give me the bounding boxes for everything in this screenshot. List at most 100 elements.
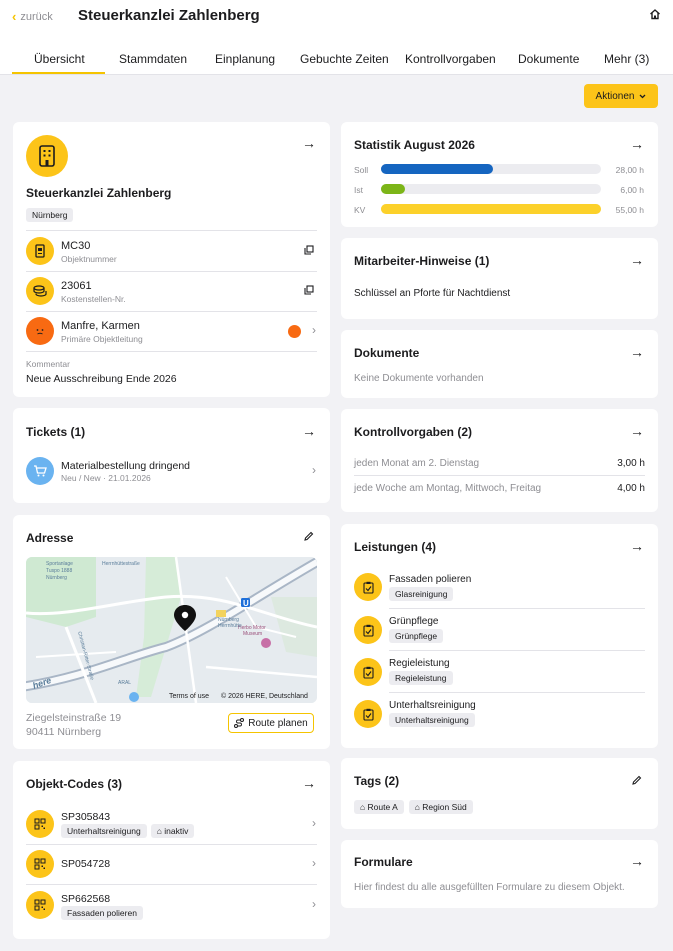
tab-uebersicht[interactable]: Übersicht <box>34 52 85 66</box>
stat-bar-kv <box>381 204 601 214</box>
hints-title: Mitarbeiter-Hinweise (1) <box>354 254 490 268</box>
actions-button[interactable]: Aktionen <box>584 84 658 108</box>
tag-icon: ⌂ <box>360 802 366 812</box>
documents-empty: Keine Dokumente vorhanden <box>354 373 484 384</box>
svg-text:Herrnhütte: Herrnhütte <box>218 623 242 629</box>
manager-name: Manfre, Karmen <box>61 320 140 332</box>
divider <box>26 884 317 885</box>
divider <box>26 351 317 352</box>
address-title: Adresse <box>26 531 74 545</box>
tab-mehr[interactable]: Mehr (3) <box>604 52 649 66</box>
stat-value-kv: 55,00 h <box>615 205 644 215</box>
arrow-right-icon[interactable]: → <box>630 538 644 554</box>
clipboard-icon <box>354 700 382 728</box>
arrow-right-icon[interactable]: → <box>302 775 316 791</box>
control-label: jede Woche am Montag, Mittwoch, Freitag <box>354 483 542 494</box>
svg-text:Herrnhüttestraße: Herrnhüttestraße <box>102 561 140 567</box>
manager-label: Primäre Objektleitung <box>61 334 143 344</box>
copy-icon[interactable] <box>304 245 314 255</box>
tag-chip[interactable]: ⌂ Route A <box>354 800 404 814</box>
tags-title: Tags (2) <box>354 774 400 788</box>
home-icon[interactable] <box>649 8 661 20</box>
tab-stammdaten[interactable]: Stammdaten <box>119 52 187 66</box>
stat-bar-soll <box>381 164 601 174</box>
pencil-icon[interactable] <box>304 531 314 541</box>
service-chip: Unterhaltsreinigung <box>389 713 475 727</box>
copy-icon[interactable] <box>304 285 314 295</box>
qr-code-icon <box>26 810 54 838</box>
service-name: Regieleistung <box>389 658 450 669</box>
street: Ziegelsteinstraße 19 <box>26 712 122 724</box>
tab-dokumente[interactable]: Dokumente <box>518 52 579 66</box>
chevron-left-icon: ‹ <box>12 9 17 24</box>
codes-card: Objekt-Codes (3) → SP305843 Unterhaltsre… <box>13 761 330 939</box>
id-card-icon <box>26 237 54 265</box>
object-number-label: Objektnummer <box>61 254 117 264</box>
stat-label-ist: Ist <box>354 185 363 195</box>
chevron-right-icon: › <box>312 856 316 870</box>
route-label: Route planen <box>248 717 308 729</box>
forms-title: Formulare <box>354 855 413 869</box>
map-label: Nürnberg <box>46 575 67 581</box>
cost-center-label: Kostenstellen-Nr. <box>61 294 126 304</box>
stat-value-soll: 28,00 h <box>615 165 644 175</box>
svg-text:ARAL: ARAL <box>118 680 131 686</box>
code-value: SP305843 <box>61 811 111 823</box>
tab-einplanung[interactable]: Einplanung <box>215 52 275 66</box>
arrow-right-icon[interactable]: → <box>630 344 644 360</box>
arrow-right-icon[interactable]: → <box>630 423 644 439</box>
map-view[interactable]: Sportanlage Tuspo 1888 Nürnberg Herrnhüt… <box>26 557 317 703</box>
clipboard-icon <box>354 573 382 601</box>
services-title: Leistungen (4) <box>354 540 437 554</box>
svg-text:U: U <box>243 599 249 608</box>
chevron-right-icon: › <box>312 897 316 911</box>
address-card: Adresse Sportanlage Tuspo 1888 Nürnberg … <box>13 515 330 749</box>
codes-title: Objekt-Codes (3) <box>26 777 123 791</box>
comment-text: Neue Ausschreibung Ende 2026 <box>26 373 177 385</box>
service-name: Unterhaltsreinigung <box>389 700 476 711</box>
page-title: Steuerkanzlei Zahlenberg <box>78 7 260 24</box>
control-label: jeden Monat am 2. Dienstag <box>354 458 480 469</box>
tickets-title: Tickets (1) <box>26 425 86 439</box>
map-label: Sportanlage <box>46 561 73 567</box>
tags-card: Tags (2) ⌂ Route A ⌂ Region Süd <box>341 758 658 829</box>
arrow-right-icon[interactable]: → <box>302 423 316 439</box>
arrow-right-icon[interactable]: → <box>630 853 644 869</box>
stat-value-ist: 6,00 h <box>620 185 644 195</box>
clipboard-icon <box>354 616 382 644</box>
map-copyright: © 2026 HERE, Deutschland <box>221 693 308 700</box>
location-chip: Nürnberg <box>26 208 74 222</box>
tab-gebuchte-zeiten[interactable]: Gebuchte Zeiten <box>300 52 389 66</box>
control-value: 4,00 h <box>617 483 645 494</box>
arrow-right-icon[interactable]: → <box>630 252 644 268</box>
chevron-right-icon: › <box>312 816 316 830</box>
back-button[interactable]: ‹ zurück <box>12 9 53 24</box>
qr-code-icon <box>26 891 54 919</box>
chevron-right-icon[interactable]: › <box>312 323 316 337</box>
controls-title: Kontrollvorgaben (2) <box>354 425 473 439</box>
arrow-right-icon[interactable]: → <box>630 136 644 152</box>
chevron-right-icon: › <box>312 463 316 477</box>
divider <box>389 650 645 651</box>
arrow-right-icon[interactable]: → <box>302 135 316 151</box>
back-label: zurück <box>20 10 53 23</box>
route-button[interactable]: Route planen <box>228 713 314 733</box>
tag-icon: ⌂ <box>156 826 162 836</box>
comment-label: Kommentar <box>26 359 70 369</box>
stats-title: Statistik August 2026 <box>354 138 475 152</box>
service-name: Fassaden polieren <box>389 574 472 585</box>
svg-text:Museum: Museum <box>243 631 262 637</box>
divider <box>26 271 317 272</box>
divider <box>389 692 645 693</box>
controls-card: Kontrollvorgaben (2) → jeden Monat am 2.… <box>341 409 658 512</box>
tab-kontrollvorgaben[interactable]: Kontrollvorgaben <box>405 52 496 66</box>
code-value: SP054728 <box>61 858 111 870</box>
forms-card: Formulare → Hier findest du alle ausgefü… <box>341 840 658 908</box>
tag-chip[interactable]: ⌂ Region Süd <box>408 800 473 814</box>
tag-icon: ⌂ <box>414 802 420 812</box>
forms-text: Hier findest du alle ausgefüllten Formul… <box>354 882 625 893</box>
service-chip: Glasreinigung <box>389 587 454 601</box>
map-terms[interactable]: Terms of use <box>169 693 209 700</box>
cost-center: 23061 <box>61 280 92 292</box>
pencil-icon[interactable] <box>632 775 642 785</box>
